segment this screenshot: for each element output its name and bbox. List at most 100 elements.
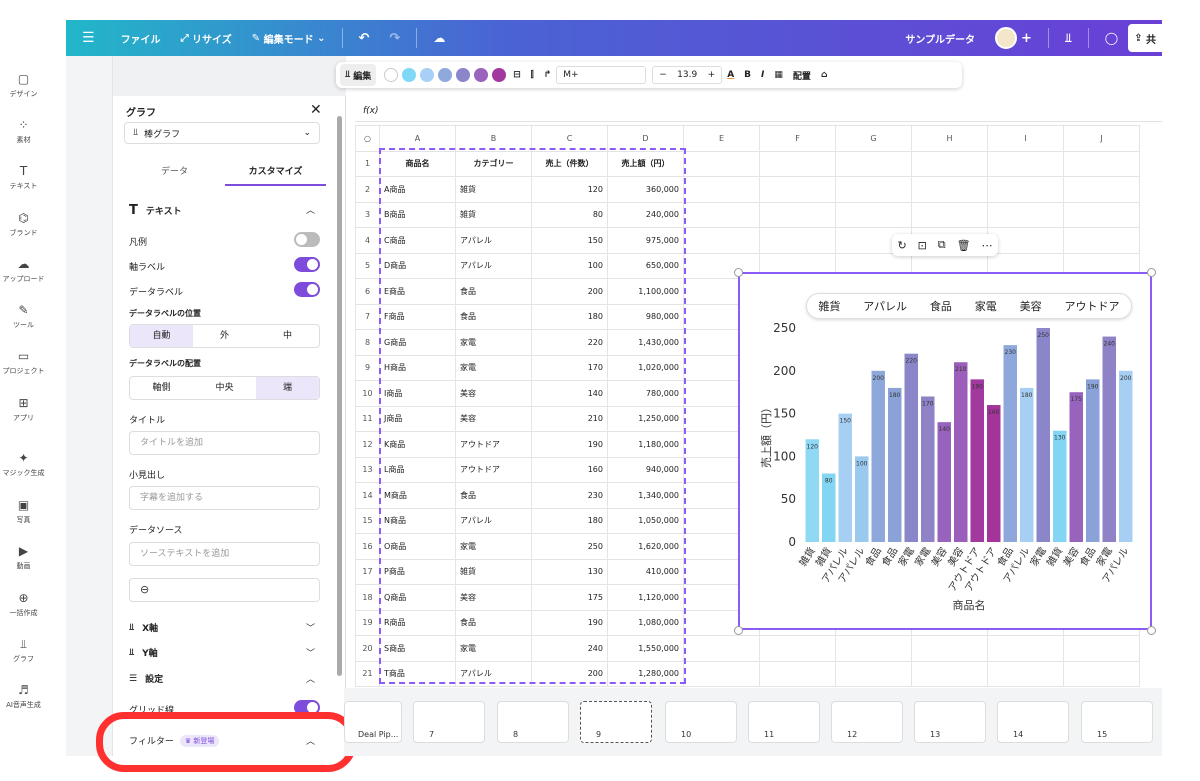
column-header[interactable]: I <box>987 125 1064 152</box>
font-size-stepper[interactable]: −13.9 + <box>652 66 723 84</box>
table-cell[interactable] <box>1063 150 1140 177</box>
row-number[interactable]: 8 <box>355 329 380 356</box>
rail-item-apps[interactable]: ⊞ アプリ <box>0 396 47 423</box>
link-button[interactable]: ⊖ <box>129 578 320 602</box>
data-label-toggle[interactable] <box>294 282 320 297</box>
connector-icon[interactable]: ↱ <box>539 64 557 86</box>
chart-type-dropdown[interactable]: ⫫ 棒グラフ ⌄ <box>124 122 320 144</box>
color-swatch[interactable] <box>384 68 399 82</box>
chevron-down-icon[interactable]: ﹀ <box>306 621 315 634</box>
table-cell[interactable] <box>683 660 760 687</box>
column-width-icon[interactable]: ⫿ <box>526 64 539 86</box>
axis-label-toggle[interactable] <box>294 257 320 272</box>
row-number[interactable]: 4 <box>355 227 380 254</box>
row-number[interactable]: 18 <box>355 584 380 611</box>
rail-item-photo[interactable]: ▣ 写真 <box>0 498 47 525</box>
row-number[interactable]: 2 <box>355 176 380 203</box>
column-header[interactable]: H <box>911 125 988 152</box>
table-cell[interactable] <box>759 150 836 177</box>
comment-icon[interactable]: ◯ <box>1095 20 1128 56</box>
row-number[interactable]: 20 <box>355 635 380 662</box>
x-axis-section[interactable]: ⫫ X軸 <box>129 621 158 635</box>
analytics-icon[interactable]: ⫫ <box>1055 20 1082 56</box>
row-number[interactable]: 11 <box>355 405 380 432</box>
chevron-up-icon[interactable]: ︿ <box>306 203 315 216</box>
color-swatch[interactable] <box>420 68 435 82</box>
page-thumbnail[interactable] <box>997 701 1069 743</box>
table-cell[interactable] <box>835 150 912 177</box>
tab-data[interactable]: データ <box>124 162 225 186</box>
table-cell[interactable] <box>987 201 1064 228</box>
more-icon[interactable]: ⋯ <box>981 239 992 252</box>
legend-item[interactable]: 食品 <box>930 298 952 314</box>
page-thumbnail[interactable] <box>580 701 652 743</box>
align-center-option[interactable]: 中央 <box>193 377 256 399</box>
y-axis-section[interactable]: ⫫ Y軸 <box>129 646 158 660</box>
table-cell[interactable] <box>987 176 1064 203</box>
row-height-icon[interactable]: ⊟ <box>508 64 526 86</box>
settings-section[interactable]: ☰ 設定 <box>129 672 163 686</box>
text-section-header[interactable]: T テキスト <box>129 203 182 218</box>
arrange-button[interactable]: 配置 <box>788 64 816 86</box>
edit-chart-button[interactable]: ⫫ 編集 <box>340 64 377 86</box>
undo-icon[interactable]: ↶ <box>349 20 380 56</box>
color-swatch[interactable] <box>492 68 507 82</box>
increase-icon[interactable]: + <box>708 70 716 80</box>
transparency-icon[interactable]: ▦ <box>769 64 788 86</box>
row-number[interactable]: 15 <box>355 507 380 534</box>
table-cell[interactable] <box>759 227 836 254</box>
table-cell[interactable] <box>759 176 836 203</box>
rail-item-ai-voice[interactable]: ♬ AI音声生成 <box>0 683 47 710</box>
position-middle-option[interactable]: 中 <box>256 325 319 347</box>
text-color-icon[interactable]: A <box>722 64 739 86</box>
table-cell[interactable] <box>911 635 988 662</box>
table-cell[interactable] <box>835 635 912 662</box>
row-number[interactable]: 1 <box>355 150 380 177</box>
row-number[interactable]: 12 <box>355 431 380 458</box>
legend-item[interactable]: 美容 <box>1020 298 1042 314</box>
legend-item[interactable]: アパレル <box>863 298 907 314</box>
paint-format-icon[interactable]: ⌂ <box>816 64 832 86</box>
table-cell[interactable] <box>987 227 1064 254</box>
color-swatch[interactable] <box>438 68 453 82</box>
close-icon[interactable]: ✕ <box>310 102 322 118</box>
page-thumbnail[interactable] <box>914 701 986 743</box>
row-number[interactable]: 6 <box>355 278 380 305</box>
table-cell[interactable] <box>835 201 912 228</box>
title-input[interactable]: タイトルを追加 <box>129 431 320 455</box>
table-cell[interactable] <box>683 201 760 228</box>
document-title[interactable]: サンプルデータ <box>895 20 985 56</box>
align-axis-option[interactable]: 軸側 <box>130 377 193 399</box>
table-cell[interactable] <box>911 150 988 177</box>
color-swatch[interactable] <box>456 68 471 82</box>
column-header[interactable]: G <box>835 125 912 152</box>
row-number[interactable]: 19 <box>355 609 380 636</box>
rail-item-chart[interactable]: ⫫ グラフ <box>0 637 47 664</box>
redo-icon[interactable]: ↷ <box>379 20 410 56</box>
rail-item-design[interactable]: ▢ デザイン <box>0 72 47 99</box>
table-cell[interactable] <box>987 150 1064 177</box>
rail-item-elements[interactable]: ⁘ 素材 <box>0 118 47 145</box>
cloud-save-icon[interactable]: ☁ <box>423 20 455 56</box>
row-number[interactable]: 14 <box>355 482 380 509</box>
rail-item-bulk[interactable]: ⊕ 一括作成 <box>0 591 47 618</box>
resize-menu[interactable]: ⤢ リサイズ <box>171 20 242 56</box>
table-cell[interactable] <box>911 660 988 687</box>
decrease-icon[interactable]: − <box>659 70 667 80</box>
table-cell[interactable] <box>759 660 836 687</box>
row-number[interactable]: 21 <box>355 660 380 687</box>
table-cell[interactable] <box>1063 176 1140 203</box>
table-cell[interactable] <box>683 635 760 662</box>
table-cell[interactable] <box>683 150 760 177</box>
position-outside-option[interactable]: 外 <box>193 325 256 347</box>
table-cell[interactable] <box>835 660 912 687</box>
italic-icon[interactable]: I <box>756 64 769 86</box>
row-number[interactable]: 9 <box>355 354 380 381</box>
color-swatch[interactable] <box>474 68 489 82</box>
column-header[interactable]: F <box>759 125 836 152</box>
legend-item[interactable]: 家電 <box>975 298 997 314</box>
page-thumbnail[interactable] <box>665 701 737 743</box>
duplicate-icon[interactable]: ⧉ <box>938 238 946 252</box>
row-number[interactable]: 17 <box>355 558 380 585</box>
subtitle-input[interactable]: 字幕を追加する <box>129 486 320 510</box>
